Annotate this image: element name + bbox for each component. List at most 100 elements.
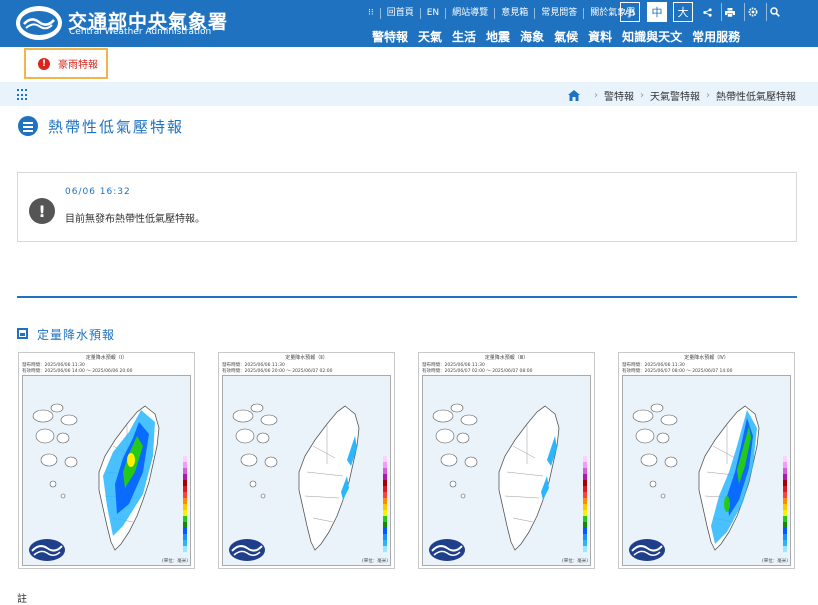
legend-swatch <box>783 492 787 498</box>
site-title-en[interactable]: Central Weather Administration <box>69 27 211 37</box>
legend-swatch <box>383 540 387 546</box>
island-shape <box>450 403 464 413</box>
legend-swatch <box>583 492 587 498</box>
apps-grid-icon[interactable] <box>17 89 29 101</box>
map-valid-time: 有效時間：2025/06/06 20:00 ～ 2025/06/07 02:00 <box>222 369 333 374</box>
island-shape <box>50 403 64 413</box>
heavy-rain-alert-tab[interactable]: ! 豪雨特報 <box>24 48 108 79</box>
print-icon[interactable] <box>721 3 737 21</box>
rainfall-forecast-map-1[interactable]: 定量降水預報（Ⅰ） 發布時間：2025/06/06 11:30 有效時間：202… <box>18 352 195 569</box>
nav-weather[interactable]: 天氣 <box>418 28 442 44</box>
cwa-logo[interactable] <box>16 6 62 40</box>
legend-swatch <box>383 546 387 552</box>
legend-swatch <box>583 474 587 480</box>
link-home[interactable]: 回首頁 <box>379 7 420 19</box>
legend-swatch <box>583 534 587 540</box>
legend-swatch <box>583 522 587 528</box>
island-shape <box>260 414 278 426</box>
link-english[interactable]: EN <box>419 7 445 19</box>
legend-swatch <box>783 504 787 510</box>
font-size-large-button[interactable]: 大 <box>673 2 693 22</box>
breadcrumb-item-weather-warnings[interactable]: 天氣警特報 <box>650 88 700 103</box>
legend-swatch <box>183 456 187 462</box>
legend-swatch <box>383 468 387 474</box>
breadcrumb: › 警特報 › 天氣警特報 › 熱帶性低氣壓特報 <box>568 88 796 103</box>
section-icon <box>17 328 28 339</box>
legend-swatch <box>183 522 187 528</box>
map-image <box>622 375 791 566</box>
rainfall-forecast-map-3[interactable]: 定量降水預報（Ⅲ） 發布時間：2025/06/06 11:30 有效時間：202… <box>418 352 595 569</box>
island-shape <box>235 428 255 444</box>
island-shape <box>649 480 657 488</box>
legend-swatch <box>183 486 187 492</box>
nav-earthquake[interactable]: 地震 <box>486 28 510 44</box>
notice-time: 06/06 16:32 <box>65 187 131 197</box>
nav-climate[interactable]: 氣候 <box>554 28 578 44</box>
map-valid-time: 有效時間：2025/06/07 08:00 ～ 2025/06/07 14:00 <box>622 369 733 374</box>
link-faq[interactable]: 常見問答 <box>534 7 583 19</box>
island-shape <box>232 409 254 423</box>
font-size-small-button[interactable]: 小 <box>620 2 640 22</box>
legend-swatch <box>183 516 187 522</box>
legend-swatch <box>183 534 187 540</box>
footnote-label: 註 <box>17 594 27 605</box>
nav-life[interactable]: 生活 <box>452 28 476 44</box>
island-shape <box>660 414 678 426</box>
map-image <box>222 375 391 566</box>
legend-swatch <box>783 522 787 528</box>
map-image <box>22 375 191 566</box>
home-icon[interactable] <box>568 90 580 101</box>
legend-swatch <box>383 528 387 534</box>
link-sitemap[interactable]: 網站導覽 <box>445 7 494 19</box>
legend-swatch <box>383 456 387 462</box>
island-shape <box>449 480 457 488</box>
legend-swatch <box>583 510 587 516</box>
share-icon[interactable] <box>699 3 715 21</box>
nav-common-services[interactable]: 常用服務 <box>692 28 740 44</box>
legend-swatch <box>583 528 587 534</box>
legend-swatch <box>383 510 387 516</box>
island-shape <box>240 453 258 467</box>
search-icon[interactable] <box>766 3 782 21</box>
nav-warnings[interactable]: 警特報 <box>372 28 408 44</box>
settings-gear-icon[interactable] <box>744 3 760 21</box>
island-shape <box>256 432 270 444</box>
cwa-watermark-logo <box>29 539 65 561</box>
font-size-medium-button[interactable]: 中 <box>647 2 667 22</box>
site-header: 交通部中央氣象署 Central Weather Administration … <box>0 0 818 47</box>
legend-swatch <box>583 456 587 462</box>
legend-swatch <box>383 492 387 498</box>
legend-swatch <box>583 462 587 468</box>
legend-swatch <box>783 498 787 504</box>
menu-grid-icon[interactable]: ⁝⁝ <box>362 8 380 19</box>
legend-swatch <box>583 480 587 486</box>
legend-swatch <box>383 498 387 504</box>
page-title: 熱帶性低氣壓特報 <box>48 118 185 136</box>
nav-data[interactable]: 資料 <box>588 28 612 44</box>
legend-swatch <box>783 540 787 546</box>
nav-marine[interactable]: 海象 <box>520 28 544 44</box>
island-shape <box>40 453 58 467</box>
island-shape <box>440 453 458 467</box>
map-unit: (單位：毫米) <box>761 559 788 564</box>
legend-swatch <box>383 516 387 522</box>
rainfall-forecast-map-2[interactable]: 定量降水預報（Ⅱ） 發布時間：2025/06/06 11:30 有效時間：202… <box>218 352 395 569</box>
island-shape <box>464 456 478 468</box>
breadcrumb-separator: › <box>640 90 644 101</box>
legend-swatch <box>783 462 787 468</box>
legend-swatch <box>183 540 187 546</box>
breadcrumb-bar: › 警特報 › 天氣警特報 › 熱帶性低氣壓特報 <box>0 82 818 106</box>
rainfall-forecast-map-4[interactable]: 定量降水預報（Ⅳ） 發布時間：2025/06/06 11:30 有效時間：202… <box>618 352 795 569</box>
map-title: 定量降水預報（Ⅲ） <box>484 355 529 361</box>
link-feedback[interactable]: 意見箱 <box>494 7 534 19</box>
legend-swatch <box>183 474 187 480</box>
map-image <box>422 375 591 566</box>
nav-knowledge-astronomy[interactable]: 知識與天文 <box>622 28 682 44</box>
breadcrumb-item-warnings[interactable]: 警特報 <box>604 88 634 103</box>
rain-area <box>724 496 730 512</box>
island-shape <box>60 493 66 499</box>
legend-swatch <box>783 474 787 480</box>
legend-swatch <box>783 468 787 474</box>
map-valid-time: 有效時間：2025/06/07 02:00 ～ 2025/06/07 08:00 <box>422 369 533 374</box>
legend-swatch <box>583 516 587 522</box>
